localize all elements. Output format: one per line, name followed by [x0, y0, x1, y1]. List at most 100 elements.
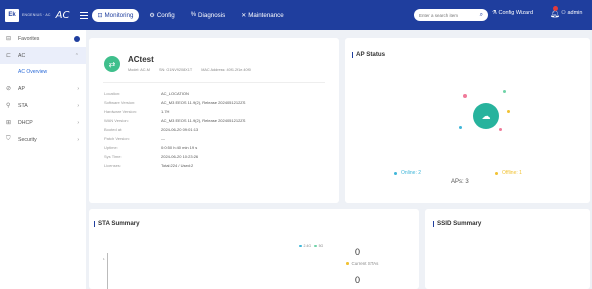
ac-icon: ⊏ [6, 53, 12, 59]
sidebar-item-favorites[interactable]: ⊟ Favorites [0, 30, 86, 47]
info-key: Booted at: [104, 127, 123, 132]
ac-model: Model: AC-M [128, 68, 150, 72]
current-sta-label: Current STAs [346, 261, 378, 266]
info-row: Hardware Version: 1.7H [104, 109, 169, 114]
online-dot [394, 171, 397, 175]
current-sta-text: Current STAs [351, 261, 379, 266]
online-legend[interactable]: Online: 2 [394, 170, 421, 176]
brand-logo[interactable]: Ek ENGENIUS · AC AC [5, 8, 70, 22]
chevron-down-icon: › [77, 119, 79, 126]
info-key: Licenses: [104, 163, 121, 168]
sidebar-item-dhcp[interactable]: ⊞ DHCP › [0, 114, 86, 131]
star-icon: ⊟ [6, 36, 12, 42]
info-row: Booted at: 2024-06-20 09:01:13 [104, 127, 198, 132]
offline-label: Offline: 1 [502, 170, 522, 176]
info-key: Patch Version: [104, 136, 130, 141]
admin-label: admin [567, 10, 583, 16]
legend-24g-dot [299, 244, 302, 248]
tab-diagnosis-label: Diagnosis [198, 11, 226, 19]
info-value: 1.7H [161, 109, 170, 114]
info-value: AC_M3 EEOS 11.9(2), Release 2024051212ZS [161, 100, 246, 105]
legend-5g-dot [314, 244, 317, 248]
info-value: AC_M3 EEOS 11.9(2), Release 2024051212ZS [161, 118, 246, 123]
sidebar-item-label: AC Overview [18, 69, 48, 75]
divider [103, 82, 325, 83]
dashboard-icon: ⊡ [97, 12, 103, 19]
sta-summary-title: STA Summary [94, 220, 140, 227]
sta-summary-card: STA Summary 2.4G 5G 1 0 Current STAs 0 [89, 209, 419, 289]
ac-mac: MAC Address: 40f1.2f1e.40f0 [201, 68, 251, 72]
sidebar-item-ap[interactable]: ⊘ AP › [0, 80, 86, 97]
network-icon: ⊞ [6, 120, 12, 126]
tab-maintenance-label: Maintenance [248, 11, 284, 19]
ap-status-graphic: ☁ [459, 88, 521, 148]
config-wizard-button[interactable]: ⚗ Config Wizard [492, 10, 533, 16]
search-icon[interactable]: ⌕ [480, 12, 483, 19]
info-row: WAN Version: AC_M3 EEOS 11.9(2), Release … [104, 118, 245, 123]
user-menu[interactable]: ⚇ admin [561, 10, 582, 16]
notification-badge [553, 6, 558, 11]
sidebar-item-ac[interactable]: ⊏ AC ⌃ [0, 47, 86, 64]
info-key: Uptime: [104, 145, 118, 150]
legend-5g-label: 5G [318, 244, 324, 248]
info-key: Location: [104, 91, 121, 96]
ac-device-icon: ⇄ [104, 56, 120, 72]
ap-status-card: AP Status ☁ APs: 3 Online: 2 Offline: 1 [345, 38, 590, 203]
decor-dot [463, 94, 467, 98]
tab-monitoring[interactable]: ⊡ Monitoring [91, 8, 140, 22]
info-value: 2024-06-20 10:23:26 [161, 154, 199, 159]
sidebar-item-label: DHCP [18, 119, 33, 126]
ap-icon: ⊘ [6, 86, 12, 92]
info-row: Sys Time: 2024-06-20 10:23:26 [104, 154, 198, 159]
search-input[interactable] [419, 12, 477, 18]
shield-icon: ⛉ [6, 136, 11, 142]
decor-dot [507, 110, 510, 113]
sidebar-item-ac-overview[interactable]: AC Overview [0, 64, 86, 80]
gear-icon: ⚙ [149, 12, 155, 19]
sidebar-item-sta[interactable]: ⚲ STA › [0, 97, 86, 114]
info-row: Software Version: AC_M3 EEOS 11.9(2), Rel… [104, 100, 245, 105]
sidebar-item-security[interactable]: ⛉ Security › [0, 131, 86, 148]
info-value: AC_LOCATION [161, 91, 189, 96]
decor-dot [499, 128, 502, 131]
search-box[interactable]: ⌕ [414, 9, 488, 21]
logo-subtext: ENGENIUS · AC [22, 13, 51, 17]
info-value: 0:0:50 h:40 min 19 s [161, 145, 198, 150]
ssid-summary-title: SSID Summary [433, 220, 481, 227]
info-row: Uptime: 0:0:50 h:40 min 19 s [104, 145, 197, 150]
aps-count: APs: 3 [451, 179, 469, 185]
sidebar-item-label: Security [18, 136, 37, 143]
ac-name: ACtest [128, 55, 154, 64]
user-icon: ⚲ [6, 103, 11, 109]
sidebar-item-label: STA [18, 102, 28, 109]
ap-status-title: AP Status [352, 51, 385, 58]
config-wizard-label: Config Wizard [498, 10, 534, 16]
info-value: — [161, 136, 165, 141]
sidebar-item-label: AP [18, 85, 25, 92]
info-value: Total:224 / Used:2 [161, 163, 194, 168]
logo-mark: Ek [5, 8, 19, 22]
tab-diagnosis[interactable]: % Diagnosis [185, 9, 232, 22]
legend-24g-label: 2.4G [303, 244, 312, 248]
favorites-badge [74, 35, 80, 42]
ac-info-card: ⇄ ACtest Model: AC-M SN: G1NV9208X1T MAC… [89, 38, 339, 203]
info-value: 2024-06-20 09:01:13 [161, 127, 199, 132]
info-key: Sys Time: [104, 154, 122, 159]
menu-icon[interactable] [79, 11, 88, 19]
tab-monitoring-label: Monitoring [104, 11, 134, 19]
chart-tick: 1 [103, 257, 105, 261]
cloud-icon: ☁ [473, 103, 499, 129]
sta-legend: 2.4G 5G [299, 244, 323, 248]
chevron-down-icon: › [77, 85, 79, 92]
decor-dot [459, 126, 462, 129]
decor-dot [503, 90, 506, 93]
tab-config[interactable]: ⚙ Config [143, 9, 180, 22]
offline-legend[interactable]: Offline: 1 [495, 170, 522, 176]
info-row: Location: AC_LOCATION [104, 91, 189, 96]
chevron-down-icon: › [77, 136, 79, 143]
ac-serial: SN: G1NV9208X1T [159, 68, 193, 72]
info-key: Software Version: [104, 100, 136, 105]
current-sta-dot [346, 262, 349, 265]
tab-maintenance[interactable]: ✕ Maintenance [235, 9, 289, 22]
info-key: WAN Version: [104, 118, 129, 123]
